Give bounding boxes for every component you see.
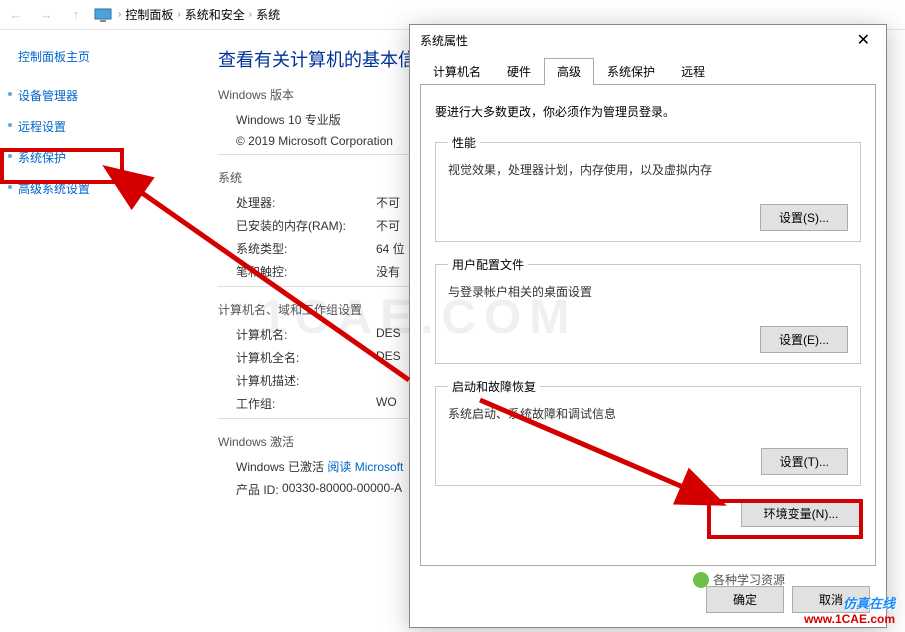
win-edition: Windows 10 专业版 xyxy=(236,111,341,128)
row-label: 系统类型: xyxy=(236,240,376,257)
cancel-button[interactable]: 取消 xyxy=(792,586,870,613)
group-legend: 启动和故障恢复 xyxy=(448,378,540,395)
nav-forward[interactable]: → xyxy=(34,7,58,22)
row-label: 计算机全名: xyxy=(236,349,376,366)
row-value: 没有 xyxy=(376,263,400,280)
monitor-icon xyxy=(94,8,112,22)
tab-body-advanced: 要进行大多数更改，你必须作为管理员登录。 性能 视觉效果，处理器计划，内存使用，… xyxy=(420,85,876,566)
profile-settings-button[interactable]: 设置(E)... xyxy=(760,326,848,353)
row-value: DES xyxy=(376,349,401,366)
sidebar-home[interactable]: 控制面板主页 xyxy=(10,48,180,65)
tab-advanced[interactable]: 高级 xyxy=(544,58,594,85)
activation-link[interactable]: 阅读 Microsoft xyxy=(327,458,403,475)
row-label: 已安装的内存(RAM): xyxy=(236,217,376,234)
watermark-label: 各种学习资源 xyxy=(693,571,785,588)
dialog-titlebar: 系统属性 ✕ xyxy=(410,25,886,55)
row-label: 计算机描述: xyxy=(236,372,376,389)
environment-variables-button[interactable]: 环境变量(N)... xyxy=(741,500,861,527)
sidebar-item-protection[interactable]: 系统保护 xyxy=(10,149,180,166)
system-properties-dialog: 系统属性 ✕ 计算机名 硬件 高级 系统保护 远程 要进行大多数更改，你必须作为… xyxy=(409,24,887,628)
row-value: DES xyxy=(376,326,401,343)
dialog-footer: 确定 取消 xyxy=(410,576,886,627)
row-label: 工作组: xyxy=(236,395,376,412)
dialog-title: 系统属性 xyxy=(420,32,468,49)
group-desc: 系统启动、系统故障和调试信息 xyxy=(448,405,848,422)
breadcrumb-sep: › xyxy=(249,9,252,20)
sidebar-item-remote[interactable]: 远程设置 xyxy=(10,118,180,135)
row-label: 处理器: xyxy=(236,194,376,211)
breadcrumb-item[interactable]: 控制面板 xyxy=(125,6,173,23)
win-copyright: © 2019 Microsoft Corporation xyxy=(236,134,393,148)
close-button[interactable]: ✕ xyxy=(851,30,876,50)
breadcrumb-sep: › xyxy=(177,9,180,20)
breadcrumb-sep: › xyxy=(118,9,121,20)
breadcrumb-item[interactable]: 系统和安全 xyxy=(185,6,245,23)
nav-up[interactable]: ↑ xyxy=(64,7,88,22)
tab-computer-name[interactable]: 计算机名 xyxy=(420,58,494,85)
sidebar: 控制面板主页 设备管理器 远程设置 系统保护 高级系统设置 xyxy=(0,30,190,630)
product-id: 00330-80000-00000-A xyxy=(282,481,402,498)
activation-status: Windows 已激活 xyxy=(236,458,324,475)
row-value: 64 位 xyxy=(376,240,405,257)
group-desc: 与登录帐户相关的桌面设置 xyxy=(448,283,848,300)
product-id-label: 产品 ID: xyxy=(236,481,279,498)
tab-remote[interactable]: 远程 xyxy=(668,58,718,85)
sidebar-item-device-manager[interactable]: 设备管理器 xyxy=(10,87,180,104)
group-profile: 用户配置文件 与登录帐户相关的桌面设置 设置(E)... xyxy=(435,256,861,364)
row-label: 计算机名: xyxy=(236,326,376,343)
row-label: 笔和触控: xyxy=(236,263,376,280)
group-desc: 视觉效果，处理器计划，内存使用，以及虚拟内存 xyxy=(448,161,848,178)
group-legend: 用户配置文件 xyxy=(448,256,528,273)
row-value: WO xyxy=(376,395,397,412)
performance-settings-button[interactable]: 设置(S)... xyxy=(760,204,848,231)
group-performance: 性能 视觉效果，处理器计划，内存使用，以及虚拟内存 设置(S)... xyxy=(435,134,861,242)
row-value: 不可 xyxy=(376,217,400,234)
admin-note: 要进行大多数更改，你必须作为管理员登录。 xyxy=(435,103,861,120)
breadcrumb[interactable]: › 控制面板 › 系统和安全 › 系统 xyxy=(118,6,280,23)
group-legend: 性能 xyxy=(448,134,480,151)
breadcrumb-item[interactable]: 系统 xyxy=(256,6,280,23)
group-startup: 启动和故障恢复 系统启动、系统故障和调试信息 设置(T)... xyxy=(435,378,861,486)
tab-hardware[interactable]: 硬件 xyxy=(494,58,544,85)
nav-back[interactable]: ← xyxy=(4,7,28,22)
tabs: 计算机名 硬件 高级 系统保护 远程 xyxy=(420,57,876,85)
startup-settings-button[interactable]: 设置(T)... xyxy=(761,448,848,475)
ok-button[interactable]: 确定 xyxy=(706,586,784,613)
tab-protection[interactable]: 系统保护 xyxy=(594,58,668,85)
row-value: 不可 xyxy=(376,194,400,211)
sidebar-item-advanced[interactable]: 高级系统设置 xyxy=(10,180,180,197)
